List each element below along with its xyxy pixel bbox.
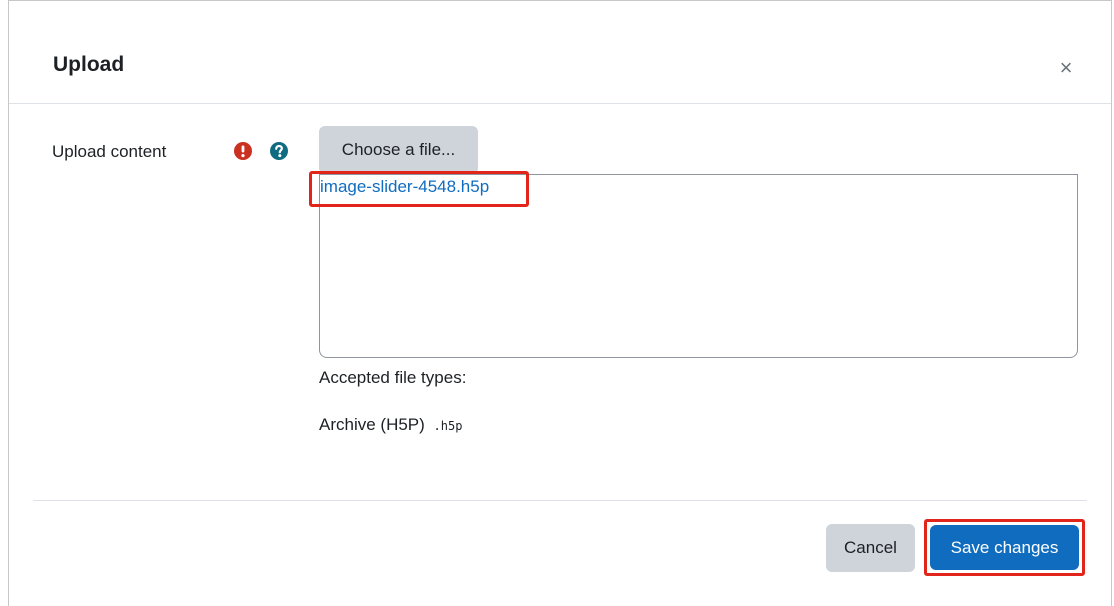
- accepted-types-label: Accepted file types:: [319, 368, 467, 387]
- save-button-highlight: Save changes: [924, 519, 1085, 576]
- selected-file-link[interactable]: image-slider-4548.h5p: [320, 177, 489, 197]
- accepted-type-name: Archive (H5P): [319, 415, 425, 434]
- file-drop-area[interactable]: image-slider-4548.h5p: [309, 171, 1078, 358]
- accepted-type-extension: .h5p: [433, 419, 463, 433]
- cancel-button[interactable]: Cancel: [826, 524, 915, 572]
- accepted-type-item: Archive (H5P) .h5p: [319, 415, 462, 435]
- save-changes-button[interactable]: Save changes: [930, 525, 1079, 570]
- close-button[interactable]: ×: [1055, 57, 1077, 79]
- question-circle-icon[interactable]: [270, 142, 288, 160]
- dialog-header: Upload ×: [9, 1, 1111, 104]
- choose-file-button[interactable]: Choose a file...: [319, 126, 478, 174]
- exclamation-circle-icon: [234, 142, 252, 160]
- close-icon[interactable]: ×: [1060, 57, 1073, 79]
- dialog-title: Upload: [53, 53, 125, 76]
- selected-file-highlight: image-slider-4548.h5p: [309, 171, 529, 207]
- upload-dialog: Upload × Upload content Choose a file...…: [8, 0, 1112, 606]
- upload-content-row: Upload content Choose a file... image-sl…: [9, 126, 1111, 456]
- upload-content-label: Upload content: [52, 142, 167, 161]
- footer-divider: [33, 500, 1087, 501]
